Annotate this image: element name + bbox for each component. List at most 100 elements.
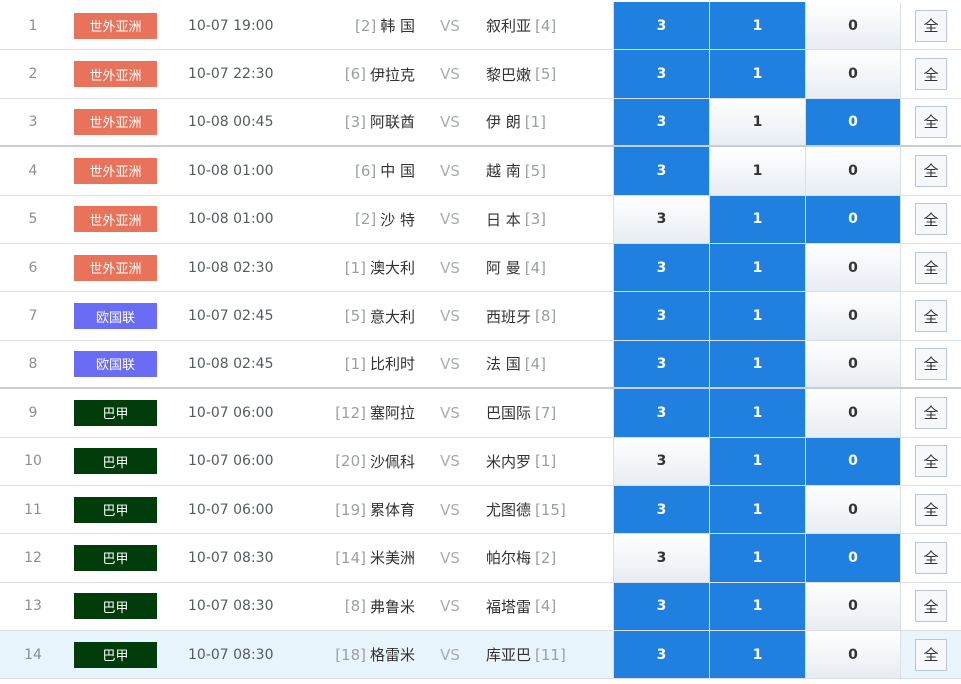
option-loss[interactable]: 0: [805, 292, 901, 340]
league-badge[interactable]: 世外亚洲: [74, 12, 157, 39]
away-team: 帕尔梅 [2]: [486, 534, 606, 581]
home-rank: [3]: [344, 112, 366, 131]
option-draw[interactable]: 1: [709, 2, 805, 50]
match-time: 10-08 01:00: [188, 162, 274, 179]
league-cell: 世外亚洲: [74, 50, 157, 97]
league-badge[interactable]: 巴甲: [74, 496, 157, 523]
away-name: 米内罗: [486, 452, 532, 471]
league-badge[interactable]: 世外亚洲: [74, 254, 157, 281]
option-win[interactable]: 3: [613, 631, 709, 679]
option-win[interactable]: 3: [613, 98, 709, 146]
home-name: 米美洲: [369, 549, 415, 568]
league-badge[interactable]: 世外亚洲: [74, 206, 157, 233]
option-draw[interactable]: 1: [709, 631, 805, 679]
league-badge[interactable]: 巴甲: [74, 399, 157, 426]
home-name: 伊拉克: [369, 65, 415, 84]
match-time: 10-07 19:00: [188, 17, 274, 34]
league-badge[interactable]: 世外亚洲: [74, 61, 157, 88]
option-draw[interactable]: 1: [709, 389, 805, 437]
option-win[interactable]: 3: [613, 437, 709, 485]
option-loss[interactable]: 0: [805, 98, 901, 146]
option-loss[interactable]: 0: [805, 389, 901, 437]
select-all-button[interactable]: 全: [915, 300, 947, 333]
home-team: [6] 中 国: [298, 147, 415, 194]
select-all-button[interactable]: 全: [915, 445, 947, 478]
option-draw[interactable]: 1: [709, 534, 805, 582]
select-all-button[interactable]: 全: [915, 493, 947, 526]
option-loss[interactable]: 0: [805, 485, 901, 534]
option-draw[interactable]: 1: [709, 292, 805, 340]
option-draw[interactable]: 1: [709, 437, 805, 485]
league-cell: 世外亚洲: [74, 99, 157, 145]
away-name: 黎巴嫩: [486, 65, 532, 84]
select-all-button[interactable]: 全: [915, 203, 947, 236]
option-loss[interactable]: 0: [805, 582, 901, 631]
option-draw[interactable]: 1: [709, 485, 805, 534]
option-draw[interactable]: 1: [709, 340, 805, 388]
league-badge[interactable]: 巴甲: [74, 593, 157, 620]
option-win[interactable]: 3: [613, 582, 709, 631]
match-row: 2 世外亚洲 10-07 22:30 [6] 伊拉克 VS 黎巴嫩 [5] 3 1 0 全: [0, 50, 961, 99]
select-all-button[interactable]: 全: [915, 105, 947, 138]
option-loss[interactable]: 0: [805, 340, 901, 388]
select-all-button[interactable]: 全: [915, 638, 947, 671]
league-badge[interactable]: 巴甲: [74, 641, 157, 668]
select-all-cell: 全: [901, 292, 961, 339]
league-badge[interactable]: 巴甲: [74, 448, 157, 475]
away-rank: [7]: [535, 403, 557, 422]
option-draw[interactable]: 1: [709, 195, 805, 243]
option-win[interactable]: 3: [613, 195, 709, 243]
option-loss[interactable]: 0: [805, 2, 901, 50]
select-all-button[interactable]: 全: [915, 251, 947, 284]
home-rank: [2]: [354, 16, 377, 35]
option-loss[interactable]: 0: [805, 534, 901, 582]
select-all-button[interactable]: 全: [915, 396, 947, 429]
option-loss[interactable]: 0: [805, 147, 901, 195]
option-draw[interactable]: 1: [709, 147, 805, 195]
select-all-button[interactable]: 全: [915, 58, 947, 91]
option-win[interactable]: 3: [613, 50, 709, 98]
vs-label: VS: [440, 210, 460, 229]
option-win[interactable]: 3: [613, 147, 709, 195]
away-team: 福塔雷 [4]: [486, 583, 606, 630]
option-win[interactable]: 3: [613, 485, 709, 534]
option-loss[interactable]: 0: [805, 243, 901, 292]
select-all-button[interactable]: 全: [915, 541, 947, 574]
option-win[interactable]: 3: [613, 243, 709, 292]
home-rank: [1]: [344, 354, 366, 373]
away-team: 伊 朗 [1]: [486, 99, 606, 145]
league-badge[interactable]: 欧国联: [74, 303, 157, 330]
league-badge[interactable]: 巴甲: [74, 544, 157, 571]
home-team: [18] 格雷米: [298, 631, 415, 678]
option-win[interactable]: 3: [613, 389, 709, 437]
select-all-button[interactable]: 全: [915, 347, 947, 380]
option-loss[interactable]: 0: [805, 437, 901, 485]
select-all-button[interactable]: 全: [915, 154, 947, 187]
select-all-cell: 全: [901, 341, 961, 387]
match-number: 3: [28, 113, 38, 130]
option-draw[interactable]: 1: [709, 243, 805, 292]
option-win[interactable]: 3: [613, 292, 709, 340]
league-badge[interactable]: 世外亚洲: [74, 157, 157, 184]
option-draw[interactable]: 1: [709, 98, 805, 146]
match-number: 6: [28, 259, 38, 276]
option-draw[interactable]: 1: [709, 50, 805, 98]
league-badge[interactable]: 欧国联: [74, 350, 157, 377]
option-win[interactable]: 3: [613, 2, 709, 50]
select-all-button[interactable]: 全: [915, 9, 947, 42]
league-badge[interactable]: 世外亚洲: [74, 108, 157, 135]
option-win[interactable]: 3: [613, 340, 709, 388]
option-loss[interactable]: 0: [805, 631, 901, 679]
away-team: 巴国际 [7]: [486, 389, 606, 436]
option-loss[interactable]: 0: [805, 50, 901, 98]
away-rank: [4]: [524, 258, 547, 277]
option-loss[interactable]: 0: [805, 195, 901, 243]
home-rank: [1]: [344, 258, 366, 277]
option-win[interactable]: 3: [613, 534, 709, 582]
away-team: 阿 曼 [4]: [486, 244, 606, 291]
match-time: 10-08 02:30: [188, 259, 274, 276]
match-row: 6 世外亚洲 10-08 02:30 [1] 澳大利 VS 阿 曼 [4] 3 1 0 全: [0, 243, 961, 293]
option-draw[interactable]: 1: [709, 582, 805, 631]
select-all-button[interactable]: 全: [915, 590, 947, 623]
match-number: 12: [24, 549, 42, 566]
